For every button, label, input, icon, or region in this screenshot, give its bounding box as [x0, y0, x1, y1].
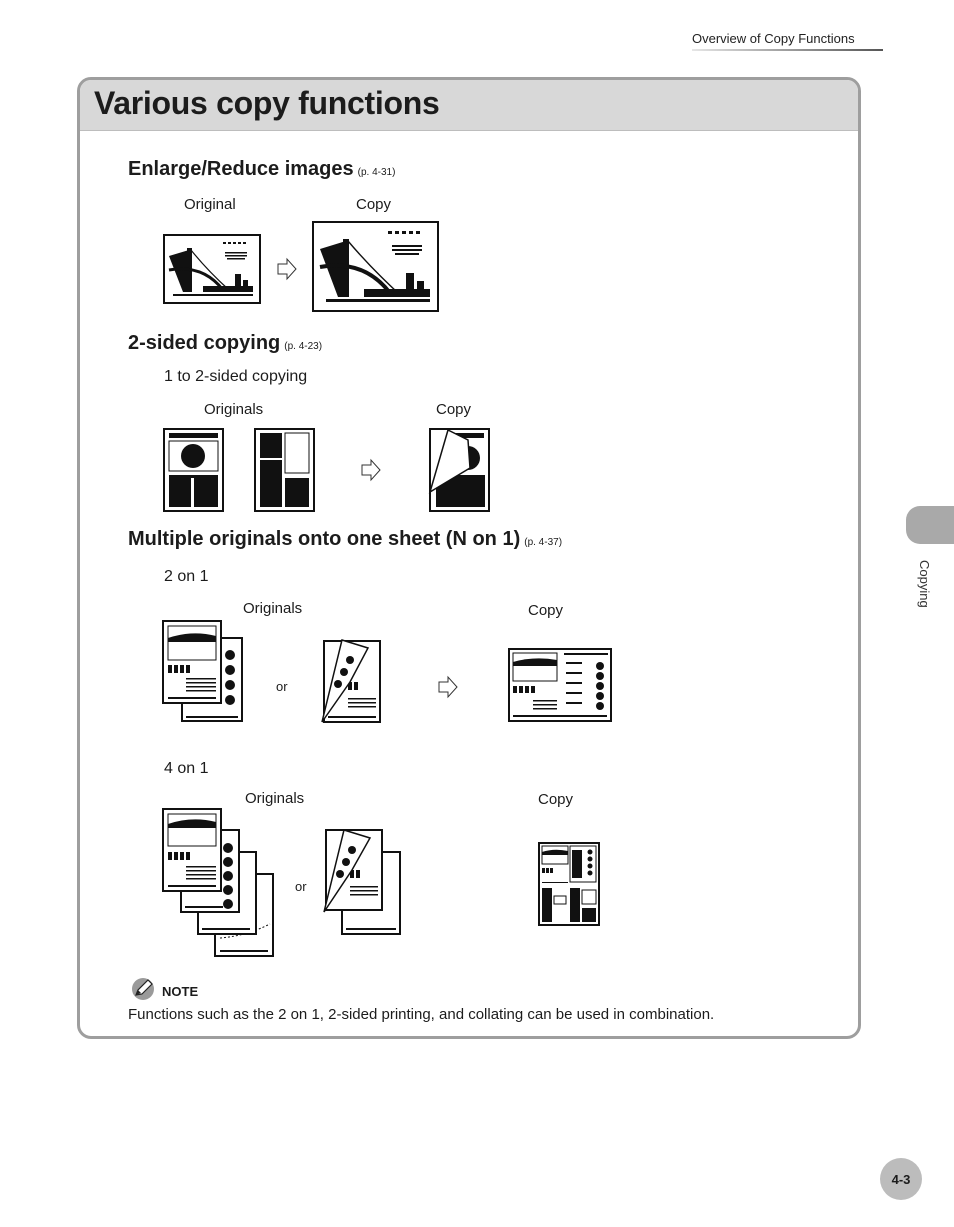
section-heading-enlarge-reduce: Enlarge/Reduce images (p. 4-31) — [128, 158, 395, 181]
label-originals: Originals — [245, 790, 305, 807]
four-on-one-copy-illustration — [538, 842, 600, 926]
note-text: Functions such as the 2 on 1, 2-sided pr… — [128, 1006, 715, 1023]
page-reference: (p. 4-31) — [357, 167, 396, 178]
page-reference: (p. 4-37) — [524, 537, 563, 548]
arrow-right-icon — [438, 675, 458, 699]
label-copy: Copy — [356, 196, 392, 213]
subheading-2-on-1: 2 on 1 — [164, 568, 209, 585]
two-originals-stack-illustration — [162, 620, 243, 722]
label-copy: Copy — [528, 602, 564, 619]
chapter-tab-label: Copying — [900, 560, 940, 620]
four-originals-stack-illustration — [162, 808, 274, 957]
or-label: or — [295, 879, 307, 894]
title-bar: Various copy functions — [80, 80, 858, 131]
note-label: NOTE — [162, 984, 199, 999]
section-heading-2-sided: 2-sided copying (p. 4-23) — [128, 332, 322, 355]
label-copy: Copy — [436, 401, 472, 418]
section-heading-text: Enlarge/Reduce images — [128, 158, 354, 180]
arrow-right-icon — [361, 458, 381, 482]
section-heading-text: Multiple originals onto one sheet (N on … — [128, 528, 521, 550]
label-copy: Copy — [538, 791, 574, 808]
section-heading-n-on-1: Multiple originals onto one sheet (N on … — [128, 528, 562, 551]
two-sided-copy-illustration — [428, 428, 490, 512]
two-on-one-copy-illustration — [508, 648, 612, 722]
label-originals: Originals — [243, 600, 303, 617]
bridge-copy-illustration — [312, 221, 439, 312]
label-originals: Originals — [204, 401, 264, 418]
chapter-tab[interactable] — [906, 506, 954, 544]
label-original: Original — [184, 196, 236, 213]
or-label: or — [276, 679, 288, 694]
page-title: Various copy functions — [94, 85, 440, 121]
bridge-original-illustration — [163, 234, 261, 304]
running-header: Overview of Copy Functions — [692, 31, 855, 46]
original-page-front-illustration — [163, 428, 224, 512]
running-header-rule — [692, 49, 883, 51]
bridge-image — [312, 221, 439, 312]
subheading-4-on-1: 4 on 1 — [164, 760, 209, 777]
four-two-sided-originals-illustration — [323, 829, 401, 935]
original-page-back-illustration — [254, 428, 315, 512]
page-reference: (p. 4-23) — [284, 341, 323, 352]
subheading-1-to-2-sided: 1 to 2-sided copying — [164, 368, 308, 385]
page-number-badge: 4-3 — [880, 1158, 922, 1200]
two-sided-original-illustration — [321, 639, 381, 723]
bridge-image — [163, 234, 261, 304]
pencil-icon — [132, 978, 154, 1000]
chapter-tab-text: Copying — [917, 560, 932, 608]
section-heading-text: 2-sided copying — [128, 332, 281, 354]
arrow-right-icon — [277, 257, 297, 281]
